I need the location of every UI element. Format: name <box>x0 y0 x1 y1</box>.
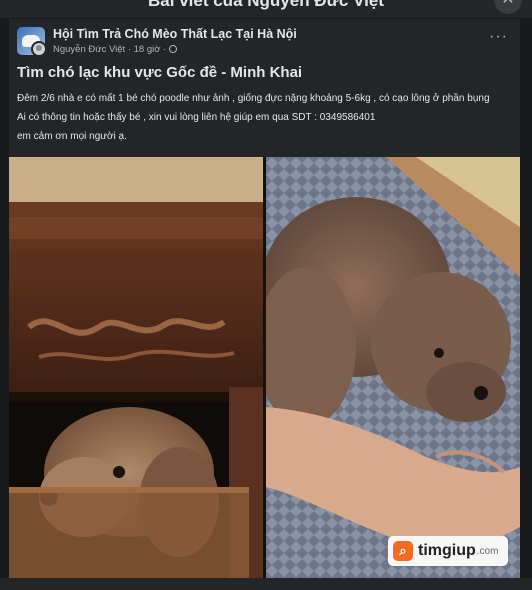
watermark-domain: .com <box>476 545 499 557</box>
watermark-brand: timgiup <box>418 542 476 559</box>
post-title: Tìm chó lạc khu vực Gốc đề - Minh Khai <box>17 64 303 81</box>
author-avatar[interactable] <box>31 41 47 57</box>
post-body-line: em cảm ơn mọi người ạ. <box>17 131 127 142</box>
post-time[interactable]: · 18 giờ · <box>128 44 166 55</box>
timgiup-watermark: ⌕ timgiup .com <box>388 536 508 566</box>
search-icon: ⌕ <box>393 541 413 561</box>
author-name-link[interactable]: Nguyễn Đức Việt <box>53 44 125 55</box>
avatar-group[interactable] <box>17 27 47 57</box>
more-options-icon[interactable]: ··· <box>489 29 508 45</box>
post-meta: Nguyễn Đức Việt · 18 giờ · <box>53 44 177 55</box>
photo-dog-on-rug-image <box>266 157 520 578</box>
dialog-title: Bài viết của Nguyễn Đức Việt <box>148 0 384 10</box>
close-icon[interactable]: ✕ <box>494 0 522 14</box>
photo-dog-under-cabinet-image <box>9 157 263 578</box>
post-body-line: Đêm 2/6 nhà e có mất 1 bé chó poodle như… <box>17 93 490 104</box>
photo-grid: ⌕ timgiup .com <box>9 157 520 578</box>
post-body-line: Ai có thông tin hoặc thấy bé , xin vui l… <box>17 112 376 123</box>
bottom-strip <box>0 578 532 590</box>
group-name-link[interactable]: Hội Tìm Trả Chó Mèo Thất Lạc Tại Hà Nội <box>53 27 297 41</box>
photo-dog-on-rug[interactable]: ⌕ timgiup .com <box>266 157 520 578</box>
photo-dog-under-cabinet[interactable] <box>9 157 263 578</box>
post-body: Đêm 2/6 nhà e có mất 1 bé chó poodle như… <box>17 89 517 146</box>
post-card: Hội Tìm Trả Chó Mèo Thất Lạc Tại Hà Nội … <box>9 19 520 590</box>
dialog-header: Bài viết của Nguyễn Đức Việt ✕ <box>0 0 532 18</box>
globe-icon <box>168 45 177 53</box>
